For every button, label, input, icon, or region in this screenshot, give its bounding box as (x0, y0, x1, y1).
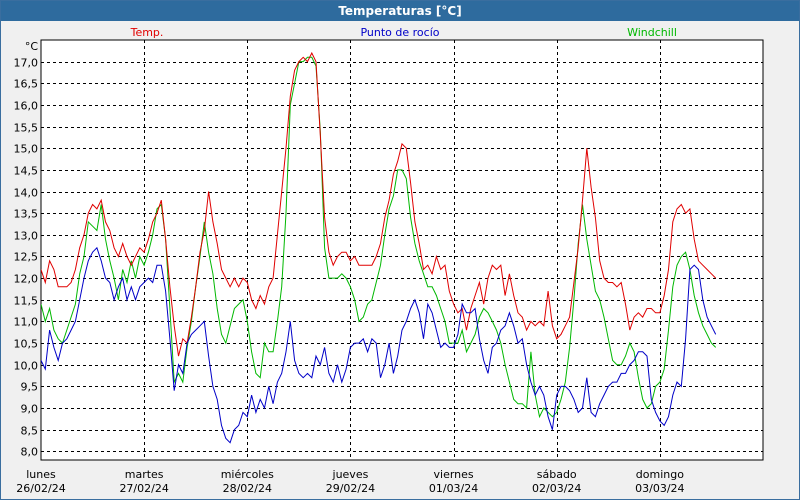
y-tick-label: 13,5 (14, 208, 39, 221)
window-title: Temperaturas [°C] (1, 1, 799, 21)
y-tick-label: 13,0 (14, 230, 39, 243)
y-tick-label: 11,5 (14, 295, 39, 308)
x-label-day: lunes (26, 468, 56, 481)
x-label-day: jueves (332, 468, 369, 481)
y-unit-label: °C (25, 40, 39, 53)
y-tick-label: 12,5 (14, 251, 39, 264)
x-label-day: miércoles (221, 468, 274, 481)
x-label-day: domingo (636, 468, 684, 481)
y-tick-label: 16,5 (14, 78, 39, 91)
y-tick-label: 9,5 (21, 381, 39, 394)
legend-entry: Windchill (627, 26, 677, 39)
x-label-date: 02/03/24 (532, 482, 581, 495)
x-label-day: sábado (537, 468, 577, 481)
y-tick-label: 15,5 (14, 122, 39, 135)
y-tick-label: 8,0 (21, 446, 39, 459)
chart-area: 8,0 8,5 9,0 9,5 10,0 10,5 11,0 11,5 12,0 12,5 13,0… (1, 22, 799, 499)
legend-entry: Temp. (130, 26, 164, 39)
x-label-date: 28/02/24 (223, 482, 272, 495)
x-label-date: 29/02/24 (326, 482, 375, 495)
y-tick-label: 8,5 (21, 425, 39, 438)
y-tick-label: 15,0 (14, 143, 39, 156)
y-tick-label: 11,0 (14, 316, 39, 329)
y-tick-label: 14,0 (14, 187, 39, 200)
y-tick-label: 10,5 (14, 338, 39, 351)
y-tick-label: 12,0 (14, 273, 39, 286)
chart-window: Temperaturas [°C] 8,0 8,5 9,0 9,5 10,0 10,5 11… (0, 0, 800, 500)
x-label-day: martes (125, 468, 164, 481)
y-tick-label: 14,5 (14, 165, 39, 178)
y-tick-label: 9,0 (21, 403, 39, 416)
x-label-day: viernes (434, 468, 474, 481)
y-tick-label: 10,0 (14, 360, 39, 373)
x-label-date: 26/02/24 (16, 482, 65, 495)
temperature-chart: 8,0 8,5 9,0 9,5 10,0 10,5 11,0 11,5 12,0 12,5 13,0… (14, 26, 764, 495)
x-label-date: 03/03/24 (635, 482, 684, 495)
x-label-date: 01/03/24 (429, 482, 478, 495)
legend-entry: Punto de rocío (360, 26, 439, 39)
y-tick-label: 16,0 (14, 100, 39, 113)
x-label-date: 27/02/24 (119, 482, 168, 495)
y-tick-label: 17,0 (14, 57, 39, 70)
